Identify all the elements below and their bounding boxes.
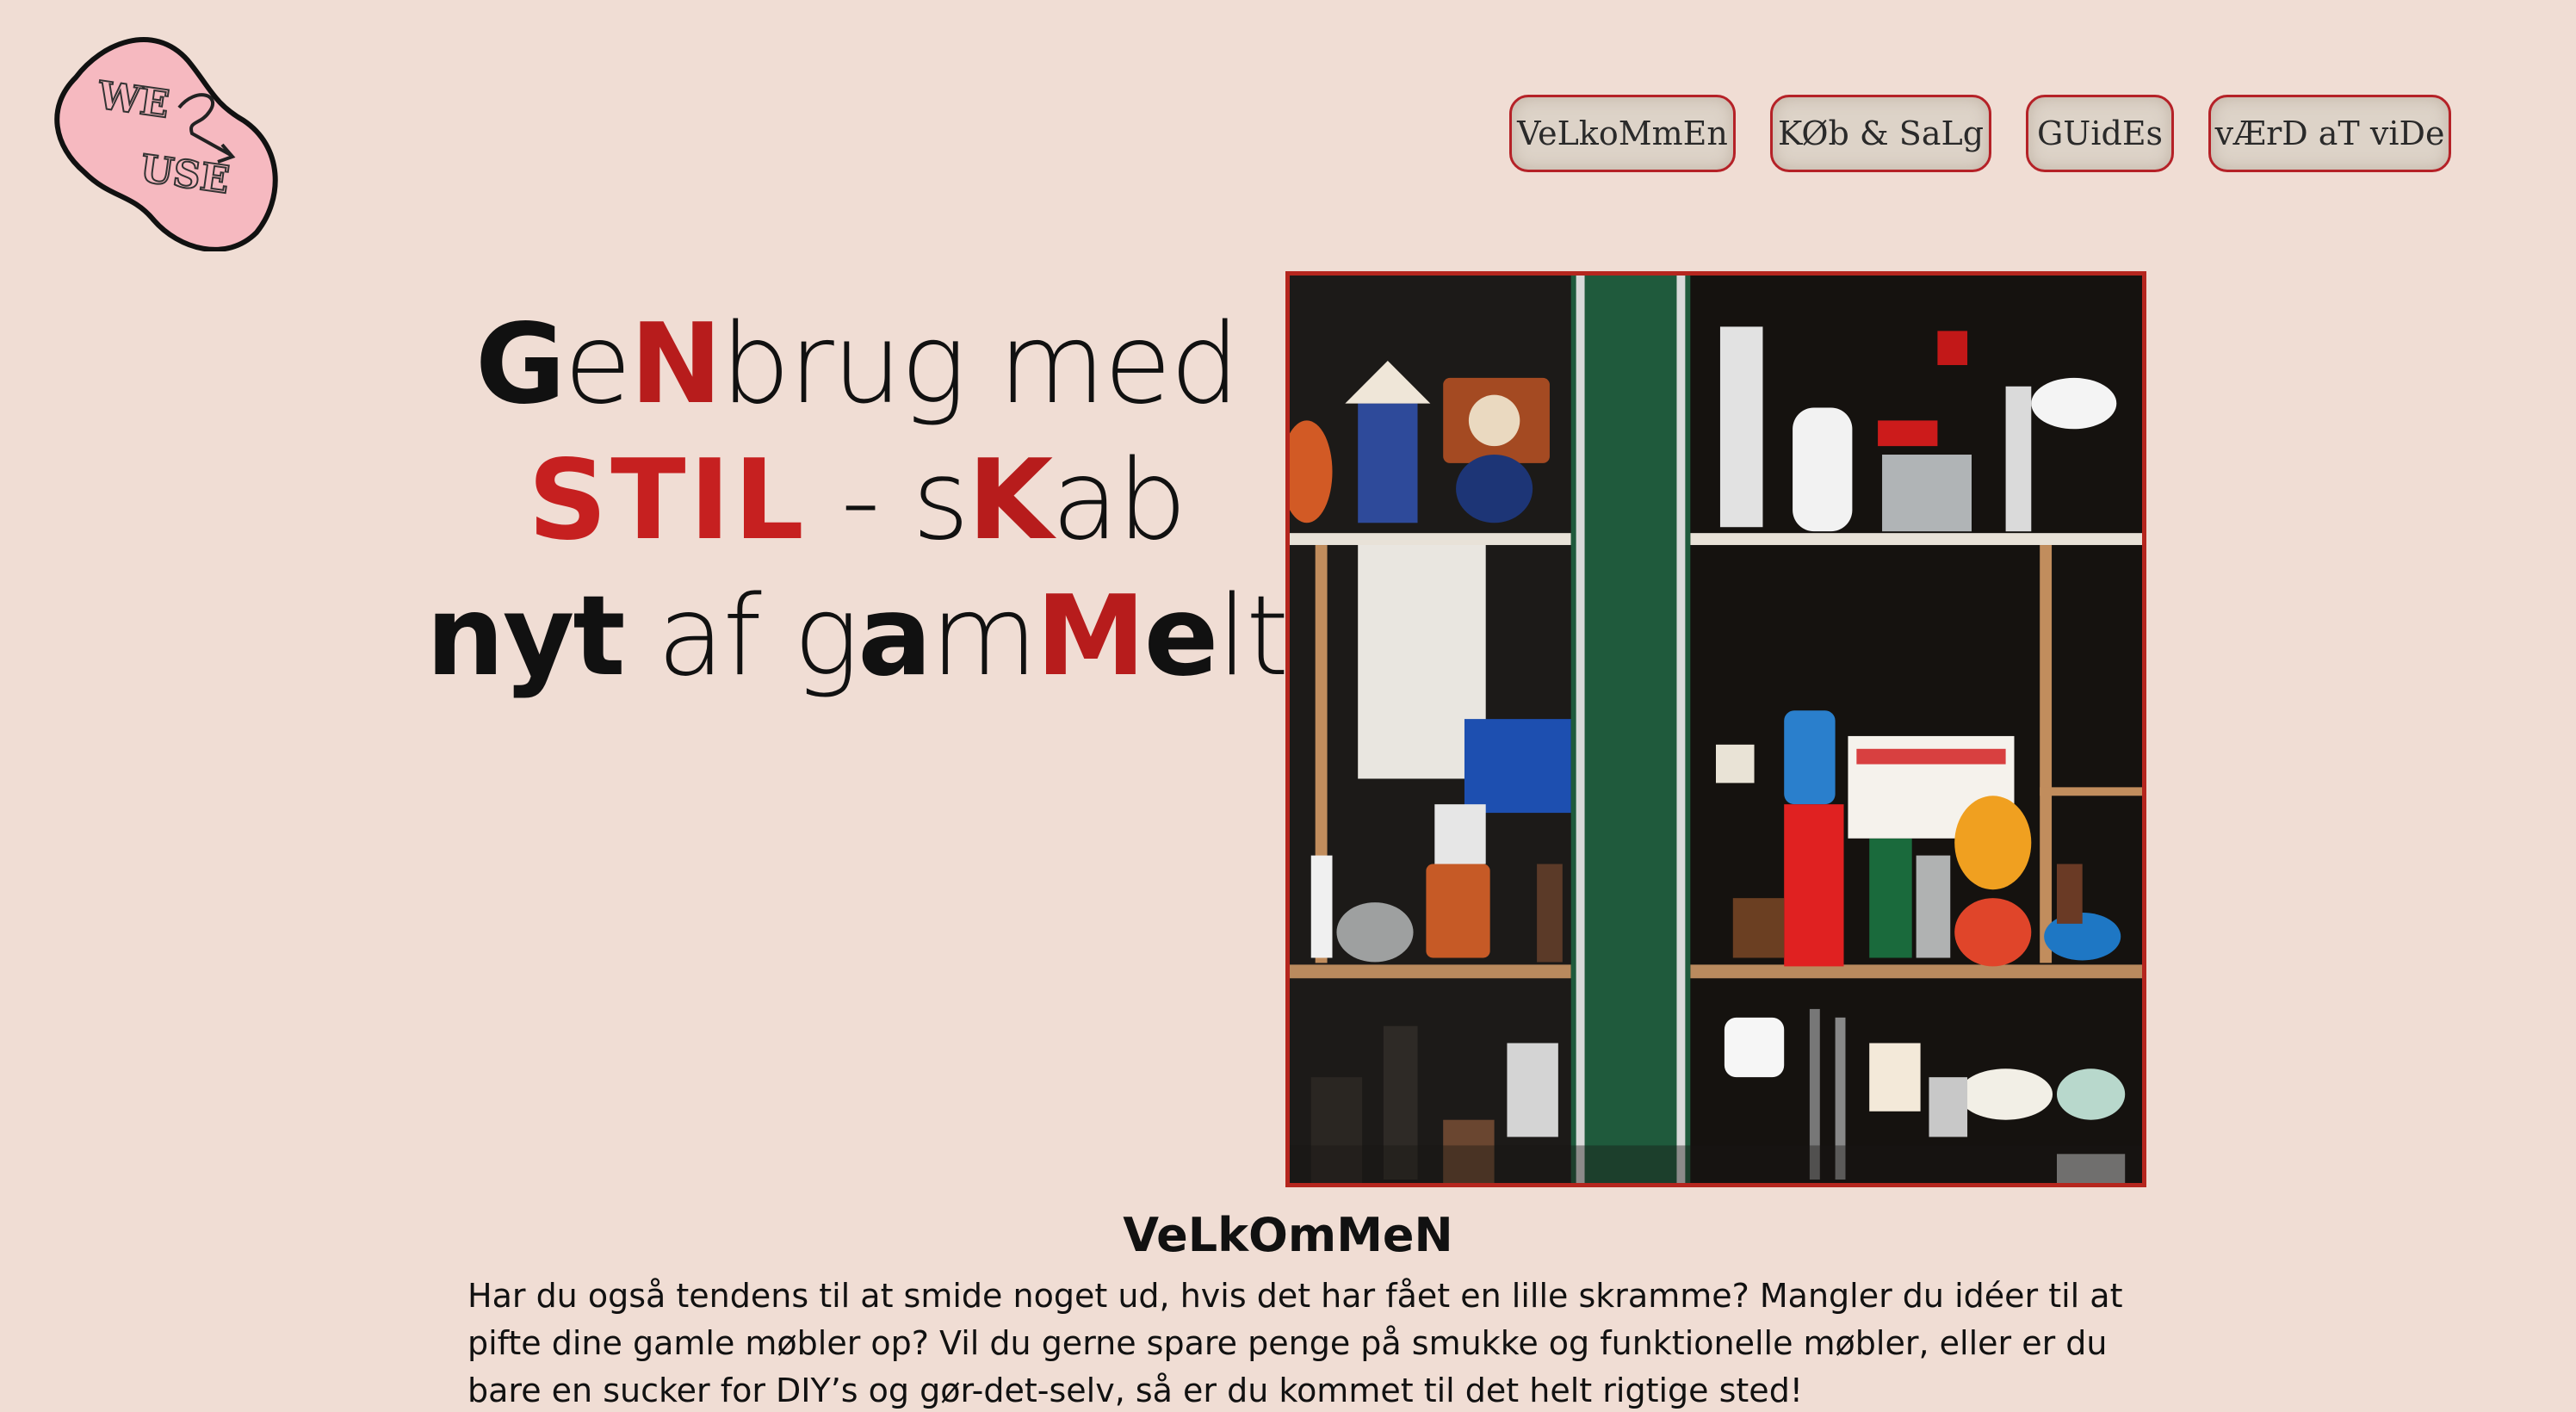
- shop-window-image: [1290, 276, 2142, 1183]
- hero-word-part: brug med: [720, 300, 1240, 429]
- site-logo[interactable]: WE USE: [50, 26, 281, 251]
- hero-word-part: M: [1036, 573, 1145, 701]
- page: WE USE VeLkoMmEn KØb & SaLg GUidEs vÆrD …: [0, 0, 2576, 1412]
- hero-word-part: K: [968, 437, 1053, 565]
- main-nav: VeLkoMmEn KØb & SaLg GUidEs vÆrD aT viDe: [1509, 95, 2451, 172]
- welcome-body: Har du også tendens til at smide noget u…: [468, 1277, 2123, 1409]
- hero-word-part: e: [1143, 573, 1219, 701]
- nav-vaerd-at-vide[interactable]: vÆrD aT viDe: [2208, 95, 2451, 172]
- hero-word-part: N: [629, 300, 722, 429]
- hero-word-part: ab: [1051, 437, 1187, 565]
- hero-line-1: GeNbrug med: [405, 297, 1309, 433]
- hero-line-3: nyt af gamMelt: [405, 569, 1309, 705]
- hero-word-part: a: [858, 573, 932, 701]
- hero-word-part: af g: [623, 573, 859, 701]
- hero-photo: [1285, 271, 2146, 1187]
- hero-headline: GeNbrug med STIL - sKab nyt af gamMelt: [405, 297, 1309, 705]
- hero-line-2: STIL - sKab: [405, 433, 1309, 569]
- nav-guides[interactable]: GUidEs: [2026, 95, 2174, 172]
- nav-koeb-salg[interactable]: KØb & SaLg: [1770, 95, 1991, 172]
- hero-word-part: m: [930, 573, 1038, 701]
- hero-word-part: lt: [1217, 573, 1289, 701]
- hero-word-part: G: [474, 300, 566, 429]
- blob-logo-icon: WE USE: [54, 37, 278, 251]
- welcome-title: VeLkOmMeN: [1123, 1208, 1453, 1262]
- hero-word-part: STIL: [528, 437, 808, 565]
- hero-word-part: - s: [807, 437, 969, 565]
- hero-word-part: e: [564, 300, 632, 429]
- hero-word-part: nyt: [425, 573, 626, 701]
- nav-velkommen[interactable]: VeLkoMmEn: [1509, 95, 1736, 172]
